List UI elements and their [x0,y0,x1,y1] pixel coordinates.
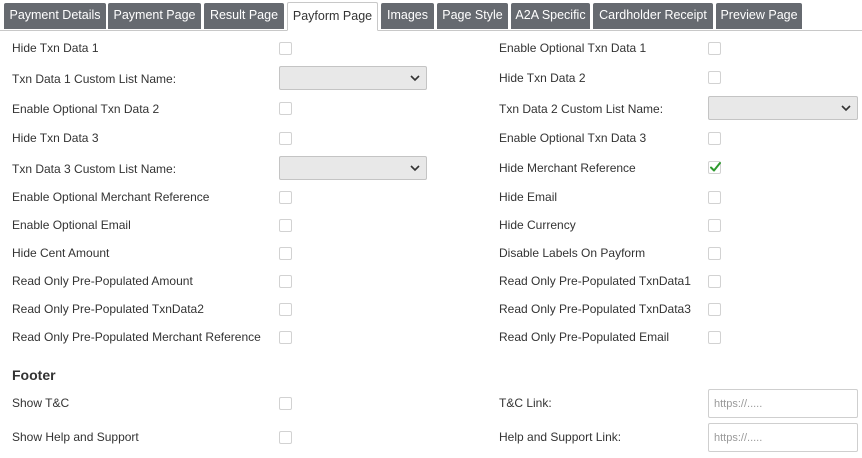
chevron-down-icon [840,102,852,117]
read-only-merchant-reference-checkbox[interactable] [279,331,292,344]
chevron-down-icon [409,72,421,87]
disable-labels-on-payform-checkbox[interactable] [708,247,721,260]
read-only-email-label: Read Only Pre-Populated Email [499,330,670,344]
hide-email-checkbox[interactable] [708,191,721,204]
read-only-merchant-reference-label: Read Only Pre-Populated Merchant Referen… [12,330,261,344]
txn-data-3-custom-list-label: Txn Data 3 Custom List Name: [12,162,177,176]
show-help-support-checkbox[interactable] [279,431,292,444]
read-only-txndata2-checkbox[interactable] [279,303,292,316]
hide-txn-data-1-label: Hide Txn Data 1 [12,41,99,55]
hide-txn-data-3-checkbox[interactable] [279,132,292,145]
disable-labels-on-payform-label: Disable Labels On Payform [499,246,646,260]
hide-email-label: Hide Email [499,190,558,204]
tab-page-style[interactable]: Page Style [437,3,508,29]
chevron-down-icon [409,162,421,177]
txn-data-3-custom-list-select[interactable] [279,156,427,180]
checkmark-icon [710,162,721,172]
hide-txn-data-2-label: Hide Txn Data 2 [499,71,586,85]
hide-txn-data-3-label: Hide Txn Data 3 [12,131,99,145]
enable-optional-txn-data-1-checkbox[interactable] [708,42,721,55]
enable-optional-txn-data-2-label: Enable Optional Txn Data 2 [12,102,160,116]
enable-optional-email-label: Enable Optional Email [12,218,131,232]
tab-bar: Payment Details Payment Page Result Page… [0,0,862,31]
enable-optional-email-checkbox[interactable] [279,219,292,232]
enable-optional-merchant-reference-label: Enable Optional Merchant Reference [12,190,210,204]
read-only-txndata3-checkbox[interactable] [708,303,721,316]
read-only-txndata2-label: Read Only Pre-Populated TxnData2 [12,302,204,316]
read-only-amount-label: Read Only Pre-Populated Amount [12,274,193,288]
enable-optional-txn-data-3-label: Enable Optional Txn Data 3 [499,131,647,145]
tab-payment-details[interactable]: Payment Details [4,3,106,29]
tc-link-input[interactable] [708,389,858,418]
read-only-txndata3-label: Read Only Pre-Populated TxnData3 [499,302,691,316]
tab-images[interactable]: Images [381,3,434,29]
txn-data-1-custom-list-label: Txn Data 1 Custom List Name: [12,72,177,86]
footer-heading: Footer [12,367,56,383]
tab-cardholder-receipt[interactable]: Cardholder Receipt [593,3,713,29]
help-support-link-input[interactable] [708,423,858,452]
hide-currency-label: Hide Currency [499,218,576,232]
read-only-amount-checkbox[interactable] [279,275,292,288]
hide-cent-amount-label: Hide Cent Amount [12,246,110,260]
tab-result-page[interactable]: Result Page [204,3,284,29]
enable-optional-txn-data-3-checkbox[interactable] [708,132,721,145]
show-tc-checkbox[interactable] [279,397,292,410]
enable-optional-txn-data-2-checkbox[interactable] [279,102,292,115]
tab-payment-page[interactable]: Payment Page [108,3,201,29]
hide-txn-data-2-checkbox[interactable] [708,71,721,84]
txn-data-2-custom-list-select[interactable] [708,96,858,120]
tab-a2a-specific[interactable]: A2A Specific [511,3,590,29]
hide-merchant-reference-label: Hide Merchant Reference [499,161,636,175]
tc-link-label: T&C Link: [499,396,552,410]
hide-txn-data-1-checkbox[interactable] [279,42,292,55]
help-support-link-label: Help and Support Link: [499,430,622,444]
txn-data-1-custom-list-select[interactable] [279,66,427,90]
enable-optional-merchant-reference-checkbox[interactable] [279,191,292,204]
tab-preview-page[interactable]: Preview Page [716,3,802,29]
tab-payform-page[interactable]: Payform Page [287,2,378,31]
enable-optional-txn-data-1-label: Enable Optional Txn Data 1 [499,41,647,55]
txn-data-2-custom-list-label: Txn Data 2 Custom List Name: [499,102,664,116]
show-help-support-label: Show Help and Support [12,430,139,444]
hide-merchant-reference-checkbox[interactable] [708,161,721,174]
show-tc-label: Show T&C [12,396,70,410]
read-only-txndata1-checkbox[interactable] [708,275,721,288]
hide-currency-checkbox[interactable] [708,219,721,232]
read-only-txndata1-label: Read Only Pre-Populated TxnData1 [499,274,691,288]
hide-cent-amount-checkbox[interactable] [279,247,292,260]
read-only-email-checkbox[interactable] [708,331,721,344]
